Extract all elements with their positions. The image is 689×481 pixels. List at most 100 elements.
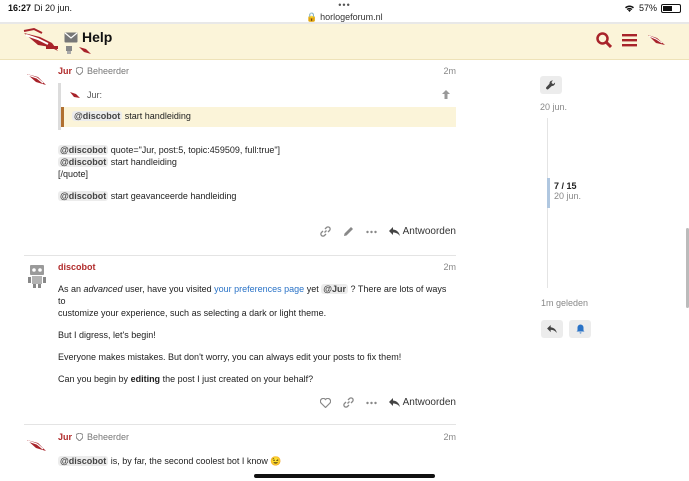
quote-text: start handleiding [124, 111, 191, 121]
discobot-avatar-icon[interactable] [64, 45, 74, 55]
reply-label: Antwoorden [402, 397, 456, 408]
paragraph: Can you begin by editing the post I just… [58, 373, 456, 385]
multitask-dots[interactable]: ••• [0, 0, 689, 10]
status-right: 57% [624, 3, 681, 13]
post-actions: Antwoorden [319, 226, 456, 237]
paragraph: But I digress, let's begin! [58, 330, 156, 340]
timeline-start-date[interactable]: 20 jun. [540, 102, 600, 112]
lock-icon: 🔒 [306, 12, 318, 22]
topic-title-row: Help [64, 29, 112, 45]
battery-icon [661, 3, 681, 13]
wrench-icon [546, 80, 556, 90]
user-avatar-icon[interactable] [647, 33, 667, 47]
post-username[interactable]: Jur [58, 66, 72, 76]
mention[interactable]: @discobot [58, 456, 109, 466]
text-fragment: customize your experience, such as selec… [58, 308, 327, 318]
timeline-position[interactable]: 7 / 15 20 jun. [554, 181, 581, 201]
post-time[interactable]: 2m [443, 262, 456, 272]
edit-pencil-icon[interactable] [343, 226, 354, 237]
post-jur-1: Jur Beheerder 2m Jur: @discobot start ha… [24, 66, 456, 246]
body-line: @discobot start handleiding [58, 156, 280, 168]
mention[interactable]: @discobot [58, 157, 109, 167]
post-divider [24, 424, 456, 425]
wink-emoji: 😉 [270, 456, 282, 466]
post-meta: discobot [58, 262, 96, 272]
body-line: @discobot quote="Jur, post:5, topic:4595… [58, 144, 280, 156]
timeline-handle[interactable] [547, 178, 550, 208]
line-text: start handleiding [110, 157, 177, 167]
post-body: As an advanced user, have you visited yo… [58, 283, 456, 385]
text-fragment: As an [58, 284, 84, 294]
topic-participants [64, 45, 92, 55]
reply-button[interactable]: Antwoorden [388, 226, 456, 237]
post-role: Beheerder [87, 432, 130, 442]
more-options-icon[interactable] [365, 401, 377, 405]
notification-bell-button[interactable] [569, 320, 591, 338]
reply-arrow-icon [388, 398, 400, 407]
post-role: Beheerder [87, 66, 130, 76]
bold-text: editing [130, 374, 161, 384]
site-header: Help [0, 24, 689, 60]
url-text: horlogeforum.nl [320, 12, 383, 22]
jur-avatar-icon[interactable] [78, 45, 92, 55]
wifi-icon [624, 4, 634, 12]
mention[interactable]: @discobot [58, 191, 109, 201]
post-actions: Antwoorden [319, 397, 456, 408]
quote-body: @discobot start handleiding [61, 107, 456, 127]
discobot-avatar[interactable] [24, 262, 50, 288]
battery-fill [663, 5, 672, 11]
expand-quote-icon[interactable] [442, 90, 450, 99]
post-time[interactable]: 2m [443, 66, 456, 76]
post-body: @discobot is, by far, the second coolest… [58, 455, 282, 467]
emphasis: advanced [83, 284, 123, 294]
paragraph: As an advanced user, have you visited yo… [58, 283, 456, 319]
reply-arrow-icon [388, 227, 400, 236]
hamburger-menu-icon[interactable] [622, 33, 637, 47]
reply-button[interactable]: Antwoorden [388, 397, 456, 408]
preferences-link[interactable]: your preferences page [214, 284, 304, 294]
jur-avatar[interactable] [24, 66, 50, 92]
shield-icon [76, 67, 84, 75]
paragraph: Everyone makes mistakes. But don't worry… [58, 352, 402, 362]
line-text: start geavanceerde handleiding [110, 191, 237, 201]
reply-label: Antwoorden [402, 226, 456, 237]
text-fragment: the post I just created on your behalf? [160, 374, 314, 384]
post-body: @discobot quote="Jur, post:5, topic:4595… [58, 144, 280, 202]
envelope-icon [64, 32, 78, 42]
home-indicator[interactable] [254, 474, 435, 478]
post-username[interactable]: discobot [58, 262, 96, 272]
like-heart-icon[interactable] [319, 397, 331, 408]
text-fragment: yet [304, 284, 322, 294]
post-time[interactable]: 2m [443, 432, 456, 442]
bell-icon [576, 324, 584, 334]
link-icon[interactable] [319, 226, 331, 237]
page-title[interactable]: Help [82, 29, 112, 45]
line-text: [/quote] [58, 169, 89, 179]
quote-block: Jur: @discobot start handleiding [58, 83, 456, 130]
quote-author: Jur: [87, 90, 103, 100]
header-icons [596, 32, 667, 48]
quote-header: Jur: [69, 90, 102, 100]
link-icon[interactable] [342, 397, 354, 408]
post-username[interactable]: Jur [58, 432, 72, 442]
post-meta: Jur Beheerder [58, 432, 129, 442]
quote-avatar-icon [70, 92, 80, 98]
body-line: [/quote] [58, 168, 280, 180]
status-bar: 16:27 Di 20 jun. ••• 🔒 horlogeforum.nl 5… [0, 0, 689, 22]
body-text: is, by far, the second coolest bot I kno… [110, 456, 268, 466]
post-meta: Jur Beheerder [58, 66, 129, 76]
shield-icon [76, 433, 84, 441]
mention[interactable]: @discobot [72, 111, 123, 121]
admin-wrench-button[interactable] [540, 76, 562, 94]
reply-arrow-icon [547, 325, 557, 333]
more-options-icon[interactable] [365, 230, 377, 234]
jur-avatar[interactable] [24, 432, 50, 458]
text-fragment: user, have you visited [122, 284, 215, 294]
mention[interactable]: @discobot [58, 145, 109, 155]
body-line: @discobot start geavanceerde handleiding [58, 190, 280, 202]
timeline-end-date[interactable]: 1m geleden [541, 298, 588, 308]
search-icon[interactable] [596, 32, 612, 48]
site-logo[interactable] [22, 27, 60, 55]
mention[interactable]: @Jur [321, 284, 348, 294]
timeline-reply-button[interactable] [541, 320, 563, 338]
